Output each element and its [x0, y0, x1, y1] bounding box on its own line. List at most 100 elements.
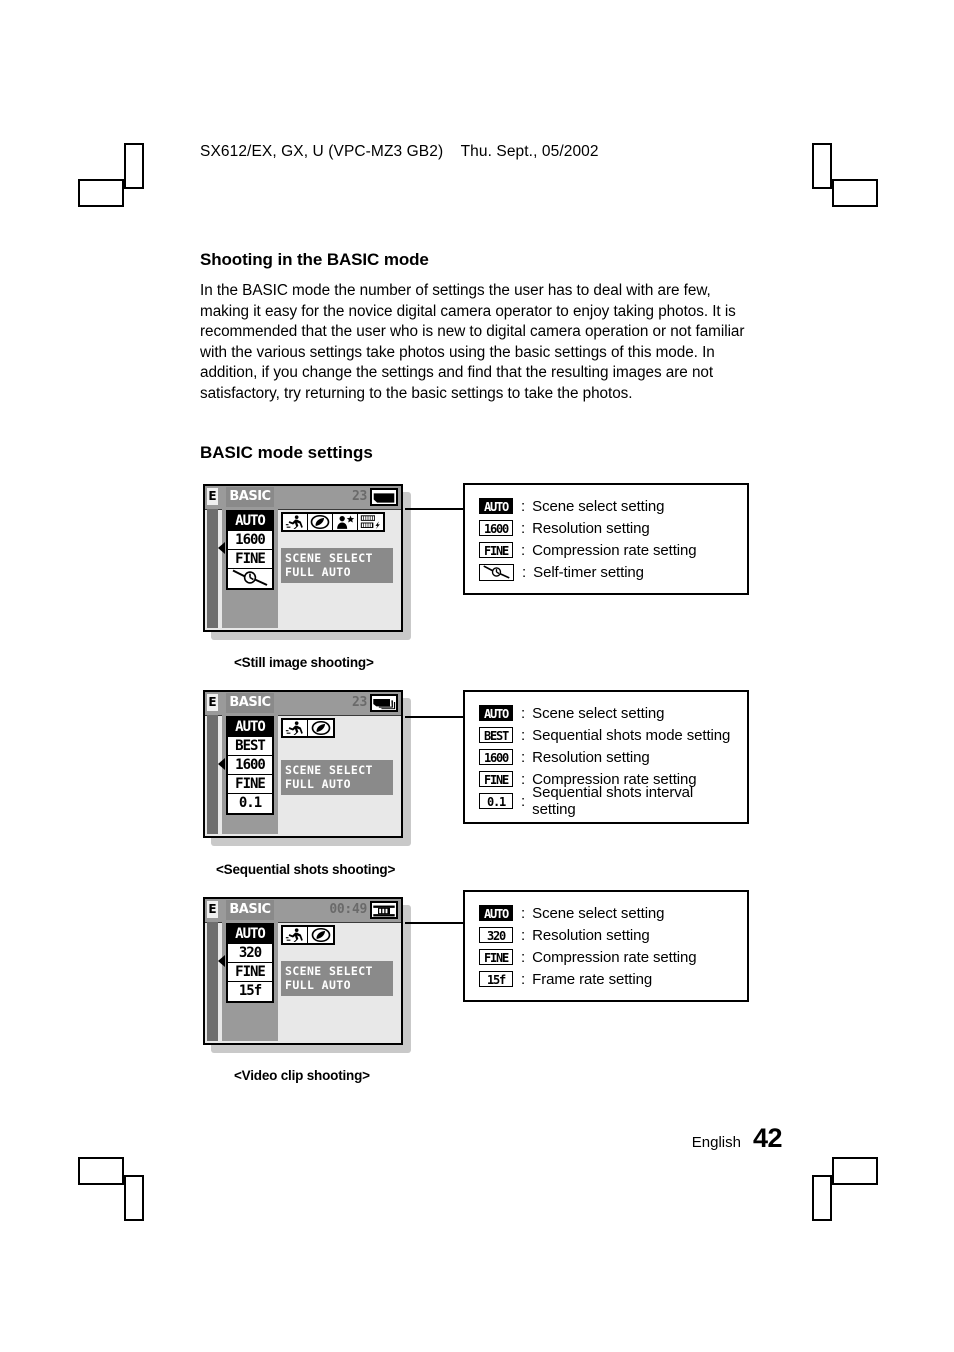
legend-chip-fine: FINE [479, 542, 513, 558]
legend-row: AUTO: Scene select setting [479, 495, 735, 517]
lcd-screen-mock: E BASIC 00:49 AUTO 320 FINE 15f SCENE SELECT FUL… [203, 897, 411, 1053]
callout-leader-line [405, 508, 465, 510]
lcd-left-rail [207, 509, 218, 628]
legend-separator: : [521, 726, 526, 744]
legend-chip-fine: FINE [479, 771, 513, 787]
exposure-marker: E [207, 488, 218, 505]
setting-self-timer-icon[interactable] [228, 569, 272, 588]
legend-row: : Self-timer setting [479, 561, 735, 583]
crop-mark-bar [124, 143, 144, 189]
legend-description: Resolution setting [532, 748, 650, 766]
callout-leader-line [405, 716, 465, 718]
mode-label: BASIC [226, 900, 274, 920]
banner-line-1: SCENE SELECT [285, 964, 373, 978]
legend-chip-320: 320 [479, 927, 513, 943]
crop-mark-bar [832, 179, 878, 207]
lcd-display: E BASIC 23 AUTO 1600 FINE SCENE SELECT FULL AUT… [203, 484, 403, 632]
mode-label: BASIC [226, 693, 274, 713]
legend-separator: : [521, 926, 526, 944]
legend-description: Frame rate setting [532, 970, 653, 988]
remaining-counter: 00:49 [329, 902, 367, 917]
legend-separator: : [521, 904, 526, 922]
film-strip-icon [370, 901, 398, 919]
page-footer: English 42 [692, 1123, 783, 1154]
banner-line-2: FULL AUTO [285, 978, 351, 992]
legend-chip-self-timer-icon [479, 563, 514, 581]
legend-row: AUTO: Scene select setting [479, 902, 735, 924]
film-flash-icon[interactable] [358, 514, 383, 530]
crop-mark-bar [78, 1157, 124, 1185]
landscape-leaf-icon[interactable] [308, 720, 333, 736]
crop-mark-top-right [812, 143, 878, 207]
banner-line-2: FULL AUTO [285, 777, 351, 791]
exposure-marker: E [207, 901, 218, 918]
setting-1600[interactable]: 1600 [228, 756, 272, 775]
setting-1600[interactable]: 1600 [228, 531, 272, 550]
setting-fine[interactable]: FINE [228, 550, 272, 569]
setting-fine[interactable]: FINE [228, 963, 272, 982]
single-frame-card-icon [370, 488, 398, 506]
legend-chip-fine: FINE [479, 949, 513, 965]
crop-mark-bar [812, 143, 832, 189]
lcd-left-rail [207, 715, 218, 834]
subsection-title: BASIC mode settings [200, 442, 373, 462]
legend-description: Compression rate setting [532, 948, 697, 966]
crop-mark-bar [832, 1157, 878, 1185]
sports-icon[interactable] [283, 720, 308, 736]
scene-icon-row [281, 925, 335, 945]
crop-mark-bar [812, 1175, 832, 1221]
figure-caption: <Video clip shooting> [234, 1068, 370, 1083]
info-banner: SCENE SELECT FULL AUTO [281, 961, 393, 996]
crop-mark-bottom-right [812, 1157, 878, 1221]
legend-box: AUTO: Scene select setting 320: Resolution … [463, 890, 749, 1002]
legend-separator: : [521, 792, 526, 810]
legend-separator: : [521, 948, 526, 966]
footer-page-number: 42 [752, 1123, 783, 1153]
banner-line-2: FULL AUTO [285, 565, 351, 579]
legend-row: 1600: Resolution setting [479, 746, 735, 768]
page-title: Shooting in the BASIC mode [200, 250, 429, 269]
setting-320[interactable]: 320 [228, 944, 272, 963]
landscape-leaf-icon[interactable] [308, 514, 333, 530]
legend-description: Scene select setting [532, 497, 665, 515]
setting-15f[interactable]: 15f [228, 982, 272, 1001]
main-content: Shooting in the BASIC mode In the BASIC … [200, 250, 800, 463]
setting-auto[interactable]: AUTO [228, 718, 272, 737]
lcd-screen-mock: E BASIC 23 AUTO 1600 FINE SCENE SELECT FULL AUT… [203, 484, 411, 640]
legend-row: 15f: Frame rate setting [479, 968, 735, 990]
legend-description: Scene select setting [532, 704, 665, 722]
info-banner: SCENE SELECT FULL AUTO [281, 760, 393, 795]
crop-mark-bar [124, 1175, 144, 1221]
legend-chip-15f: 15f [479, 971, 513, 987]
legend-separator: : [521, 541, 526, 559]
document-header: SX612/EX, GX, U (VPC-MZ3 GB2) Thu. Sept.… [200, 143, 599, 160]
legend-row: AUTO: Scene select setting [479, 702, 735, 724]
legend-separator: : [521, 748, 526, 766]
stacked-frames-icon [370, 694, 398, 712]
scene-icon-row [281, 718, 335, 738]
lcd-display: E BASIC 23 AUTO BEST 1600 FINE 0.1 SCENE SELECT F… [203, 690, 403, 838]
legend-chip-1600: 1600 [479, 749, 513, 765]
lcd-status-bar: E BASIC 23 [205, 486, 401, 510]
settings-column: AUTO 1600 FINE [226, 510, 274, 590]
legend-box: AUTO: Scene select setting BEST: Sequential… [463, 690, 749, 824]
night-portrait-icon[interactable] [333, 514, 358, 530]
legend-description: Self-timer setting [533, 563, 644, 581]
setting-auto[interactable]: AUTO [228, 925, 272, 944]
legend-row: BEST: Sequential shots mode setting [479, 724, 735, 746]
sports-icon[interactable] [283, 927, 308, 943]
legend-chip-auto: AUTO [479, 705, 513, 721]
remaining-counter: 23 [351, 695, 367, 710]
setting-fine[interactable]: FINE [228, 775, 272, 794]
figure-caption: <Sequential shots shooting> [216, 862, 396, 877]
legend-separator: : [521, 970, 526, 988]
setting-auto[interactable]: AUTO [228, 512, 272, 531]
figure-caption: <Still image shooting> [234, 655, 374, 670]
legend-description: Sequential shots interval setting [532, 784, 694, 818]
sports-icon[interactable] [283, 514, 308, 530]
landscape-leaf-icon[interactable] [308, 927, 333, 943]
legend-separator: : [521, 519, 526, 537]
setting-0-1[interactable]: 0.1 [228, 794, 272, 813]
setting-best[interactable]: BEST [228, 737, 272, 756]
legend-row: 0.1: Sequential shots interval setting [479, 784, 735, 818]
